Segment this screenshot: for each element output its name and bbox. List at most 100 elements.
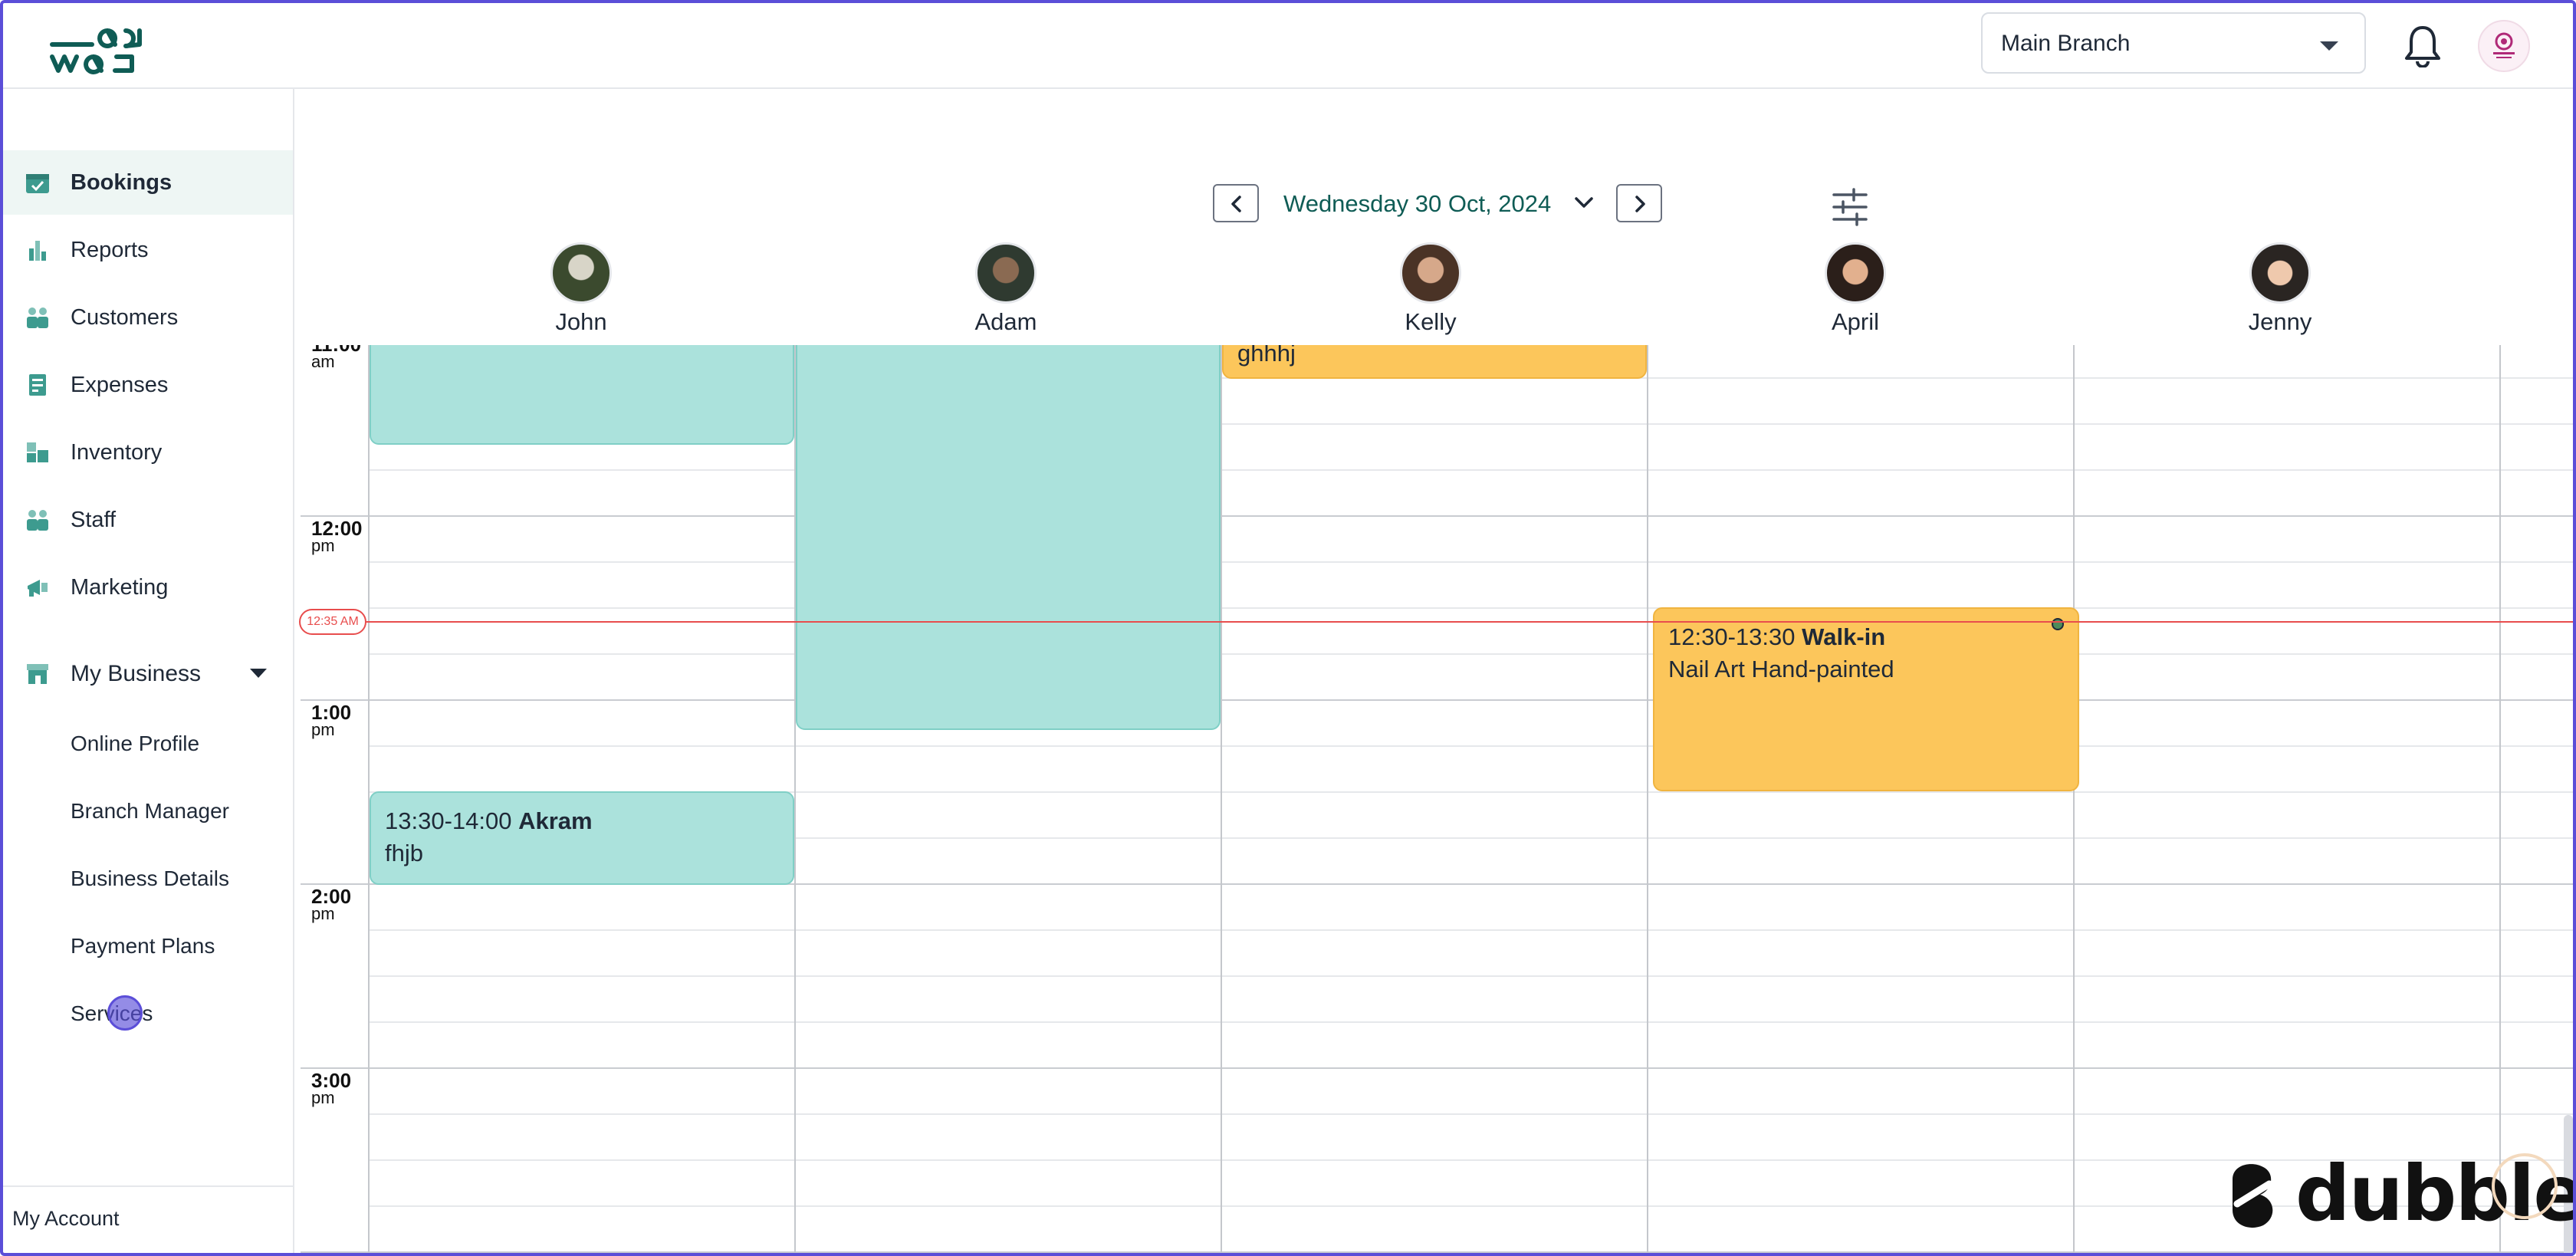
sidebar-item-label: Inventory bbox=[71, 440, 163, 465]
sidebar-item-label: Customers bbox=[71, 305, 179, 330]
grid-line bbox=[370, 469, 2576, 471]
status-dot-icon bbox=[2052, 618, 2064, 630]
my-account-section[interactable]: My Account bbox=[3, 1185, 293, 1256]
caret-down-icon[interactable] bbox=[250, 669, 267, 678]
hour-line bbox=[301, 699, 2576, 701]
hour-label: 1:00 pm bbox=[311, 701, 352, 739]
branch-select[interactable]: Main Branch bbox=[1981, 12, 2366, 74]
column-divider bbox=[1647, 345, 1648, 1256]
calendar-check-icon bbox=[26, 174, 49, 193]
booking-service: fhjb bbox=[385, 840, 423, 866]
column-divider bbox=[2499, 345, 2501, 1256]
people-icon bbox=[27, 307, 48, 328]
sidebar-item-reports[interactable]: Reports bbox=[3, 218, 293, 282]
sidebar-item-label: My Business bbox=[71, 661, 202, 686]
sidebar-item-bookings[interactable]: Bookings bbox=[3, 150, 293, 215]
chevron-down-icon bbox=[2320, 41, 2338, 51]
current-time-line bbox=[340, 621, 2576, 623]
staff-column-header-april[interactable]: April bbox=[1642, 242, 2068, 342]
record-button bbox=[2492, 1153, 2558, 1219]
sidebar-item-staff[interactable]: Staff bbox=[3, 488, 293, 552]
boxes-icon bbox=[27, 442, 48, 462]
booking-card-john-akram[interactable]: 13:30-14:00 Akram fhjb bbox=[370, 791, 794, 885]
sidebar-subitem-business-details[interactable]: Business Details bbox=[71, 866, 229, 891]
staff-column-header-adam[interactable]: Adam bbox=[793, 242, 1219, 342]
top-header: Main Branch bbox=[3, 3, 2573, 89]
staff-name: Kelly bbox=[1405, 308, 1457, 335]
grid-line bbox=[370, 1113, 2576, 1115]
avatar bbox=[550, 242, 612, 304]
sidebar-item-label: Staff bbox=[71, 508, 117, 532]
hour-label: 2:00 pm bbox=[311, 885, 352, 923]
booking-time: 12:30-13:30 bbox=[1668, 623, 1796, 650]
dubble-logo-icon bbox=[2233, 1164, 2273, 1228]
avatar bbox=[1825, 242, 1886, 304]
my-account-label: My Account bbox=[12, 1207, 120, 1230]
mouse-cursor bbox=[107, 995, 143, 1031]
booking-card-april[interactable]: 12:30-13:30 Walk-in Nail Art Hand-painte… bbox=[1653, 607, 2079, 791]
chevron-right-icon bbox=[1635, 196, 1645, 212]
sidebar-item-inventory[interactable]: Inventory bbox=[3, 420, 293, 485]
grid-line bbox=[370, 929, 2576, 931]
grid-line bbox=[370, 607, 2576, 609]
avatar bbox=[2249, 242, 2311, 304]
staff-icon bbox=[27, 510, 48, 531]
avatar bbox=[1400, 242, 1461, 304]
staff-column-header-jenny[interactable]: Jenny bbox=[2067, 242, 2493, 342]
sidebar-item-marketing[interactable]: Marketing bbox=[3, 555, 293, 620]
staff-column-header-kelly[interactable]: Kelly bbox=[1217, 242, 1644, 342]
hour-line bbox=[301, 1251, 2576, 1253]
booking-client: Akram bbox=[518, 807, 593, 834]
column-divider bbox=[1221, 345, 1222, 1256]
hour-label: 12:00 pm bbox=[311, 517, 363, 555]
staff-name: Adam bbox=[974, 308, 1037, 335]
dubble-watermark: dubble bbox=[2222, 1149, 2576, 1238]
calendar-grid[interactable]: 11:00 am 12:00 pm 1:00 pm 2:00 pm 3:00 p… bbox=[293, 345, 2576, 1256]
bar-chart-icon bbox=[29, 241, 46, 261]
business-avatar[interactable] bbox=[2478, 20, 2530, 72]
megaphone-icon bbox=[28, 580, 48, 597]
sidebar-item-expenses[interactable]: Expenses bbox=[3, 353, 293, 417]
previous-day-button[interactable] bbox=[1213, 184, 1259, 222]
hour-line bbox=[301, 1067, 2576, 1069]
filter-sliders-icon[interactable] bbox=[1831, 187, 1869, 227]
sidebar-subitem-payment-plans[interactable]: Payment Plans bbox=[71, 934, 215, 958]
staff-name: Jenny bbox=[2248, 308, 2312, 335]
sidebar-item-my-business[interactable]: My Business bbox=[3, 641, 293, 705]
booking-service: ghhhj bbox=[1237, 345, 1296, 367]
next-day-button[interactable] bbox=[1616, 184, 1662, 222]
bell-icon[interactable] bbox=[2403, 23, 2443, 68]
avatar bbox=[975, 242, 1037, 304]
staff-column-header-john[interactable]: John bbox=[368, 242, 794, 342]
store-icon bbox=[27, 664, 48, 684]
booking-card-john-morning[interactable] bbox=[370, 345, 794, 445]
sidebar-item-label: Expenses bbox=[71, 373, 169, 397]
sidebar-item-label: Marketing bbox=[71, 575, 169, 600]
grid-line bbox=[370, 561, 2576, 563]
staff-name: April bbox=[1831, 308, 1879, 335]
chevron-down-icon[interactable] bbox=[1573, 195, 1595, 212]
hour-label: 3:00 pm bbox=[311, 1069, 352, 1107]
selected-date[interactable]: Wednesday 30 Oct, 2024 bbox=[1283, 190, 1551, 218]
grid-line bbox=[370, 1021, 2576, 1023]
booking-service: Nail Art Hand-painted bbox=[1668, 656, 1894, 682]
grid-line bbox=[370, 975, 2576, 977]
current-time-badge: 12:35 AM bbox=[299, 609, 366, 635]
chevron-left-icon bbox=[1231, 196, 1241, 212]
staff-name: John bbox=[555, 308, 607, 335]
sidebar-item-customers[interactable]: Customers bbox=[3, 285, 293, 350]
sidebar-item-label: Bookings bbox=[71, 170, 172, 195]
booking-time: 13:30-14:00 bbox=[385, 807, 512, 834]
column-divider bbox=[2073, 345, 2075, 1256]
branch-select-value: Main Branch bbox=[2001, 31, 2131, 56]
booking-card-kelly[interactable]: ghhhj bbox=[1222, 345, 1647, 379]
sidebar: Bookings Reports Customers Expenses Inve… bbox=[3, 89, 294, 1253]
hour-label: 11:00 am bbox=[311, 345, 361, 371]
hour-line bbox=[301, 515, 2576, 517]
grid-line bbox=[370, 653, 2576, 655]
booking-card-adam[interactable] bbox=[796, 345, 1221, 730]
app-logo[interactable] bbox=[48, 17, 147, 78]
receipt-icon bbox=[29, 374, 46, 396]
sidebar-subitem-branch-manager[interactable]: Branch Manager bbox=[71, 799, 229, 824]
sidebar-subitem-online-profile[interactable]: Online Profile bbox=[71, 732, 199, 756]
